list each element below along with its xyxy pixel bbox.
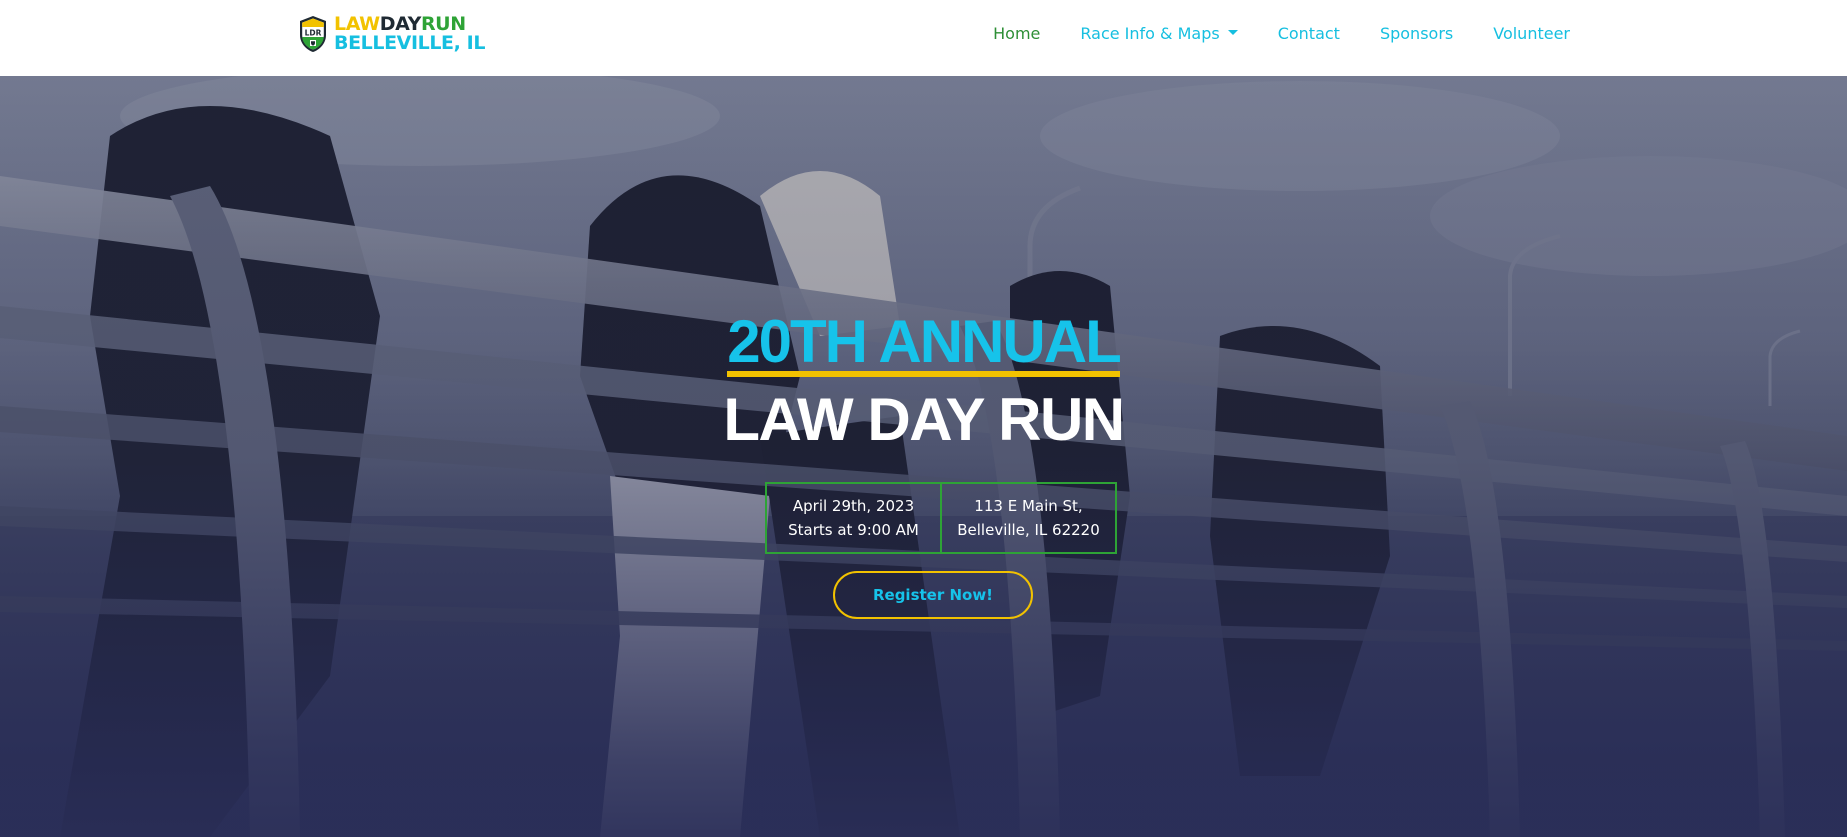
ldr-shield-icon: LDR (300, 16, 326, 52)
event-address-street: 113 E Main St, (974, 497, 1083, 515)
event-date: April 29th, 2023 (792, 497, 915, 515)
nav-volunteer[interactable]: Volunteer (1493, 24, 1570, 43)
nav-home[interactable]: Home (993, 24, 1040, 43)
logo-wordmark: LAWDAYRUN BELLEVILLE, IL (334, 15, 485, 53)
event-start-time: Starts at 9:00 AM (788, 521, 919, 539)
event-address-city: Belleville, IL 62220 (957, 521, 1100, 539)
logo-location: BELLEVILLE, IL (334, 32, 486, 54)
nav-contact[interactable]: Contact (1278, 24, 1340, 43)
event-info-box: April 29th, 2023 Starts at 9:00 AM 113 E… (765, 482, 1117, 554)
hero-kicker-text: 20TH ANNUAL (727, 308, 1122, 377)
ldr-badge-text: LDR (305, 29, 322, 38)
site-header: LDR LAWDAYRUN BELLEVILLE, IL Home Race I… (0, 0, 1847, 76)
site-logo[interactable]: LDR LAWDAYRUN BELLEVILLE, IL (298, 15, 485, 53)
event-date-cell: April 29th, 2023 Starts at 9:00 AM (767, 484, 940, 552)
hero-section: 20TH ANNUAL LAW DAY RUN April 29th, 2023… (0, 76, 1847, 837)
nav-race-info[interactable]: Race Info & Maps (1080, 24, 1238, 43)
hero-title: LAW DAY RUN (723, 386, 1125, 453)
nav-sponsors[interactable]: Sponsors (1380, 24, 1453, 43)
hero-content: 20TH ANNUAL LAW DAY RUN April 29th, 2023… (0, 76, 1847, 837)
nav-race-info-label: Race Info & Maps (1080, 24, 1220, 43)
register-now-button[interactable]: Register Now! (833, 571, 1033, 619)
hero-kicker: 20TH ANNUAL (0, 312, 1847, 377)
chevron-down-icon (1227, 29, 1238, 35)
main-nav: Home Race Info & Maps Contact Sponsors V… (953, 0, 1570, 67)
event-address-cell: 113 E Main St, Belleville, IL 62220 (940, 484, 1115, 552)
